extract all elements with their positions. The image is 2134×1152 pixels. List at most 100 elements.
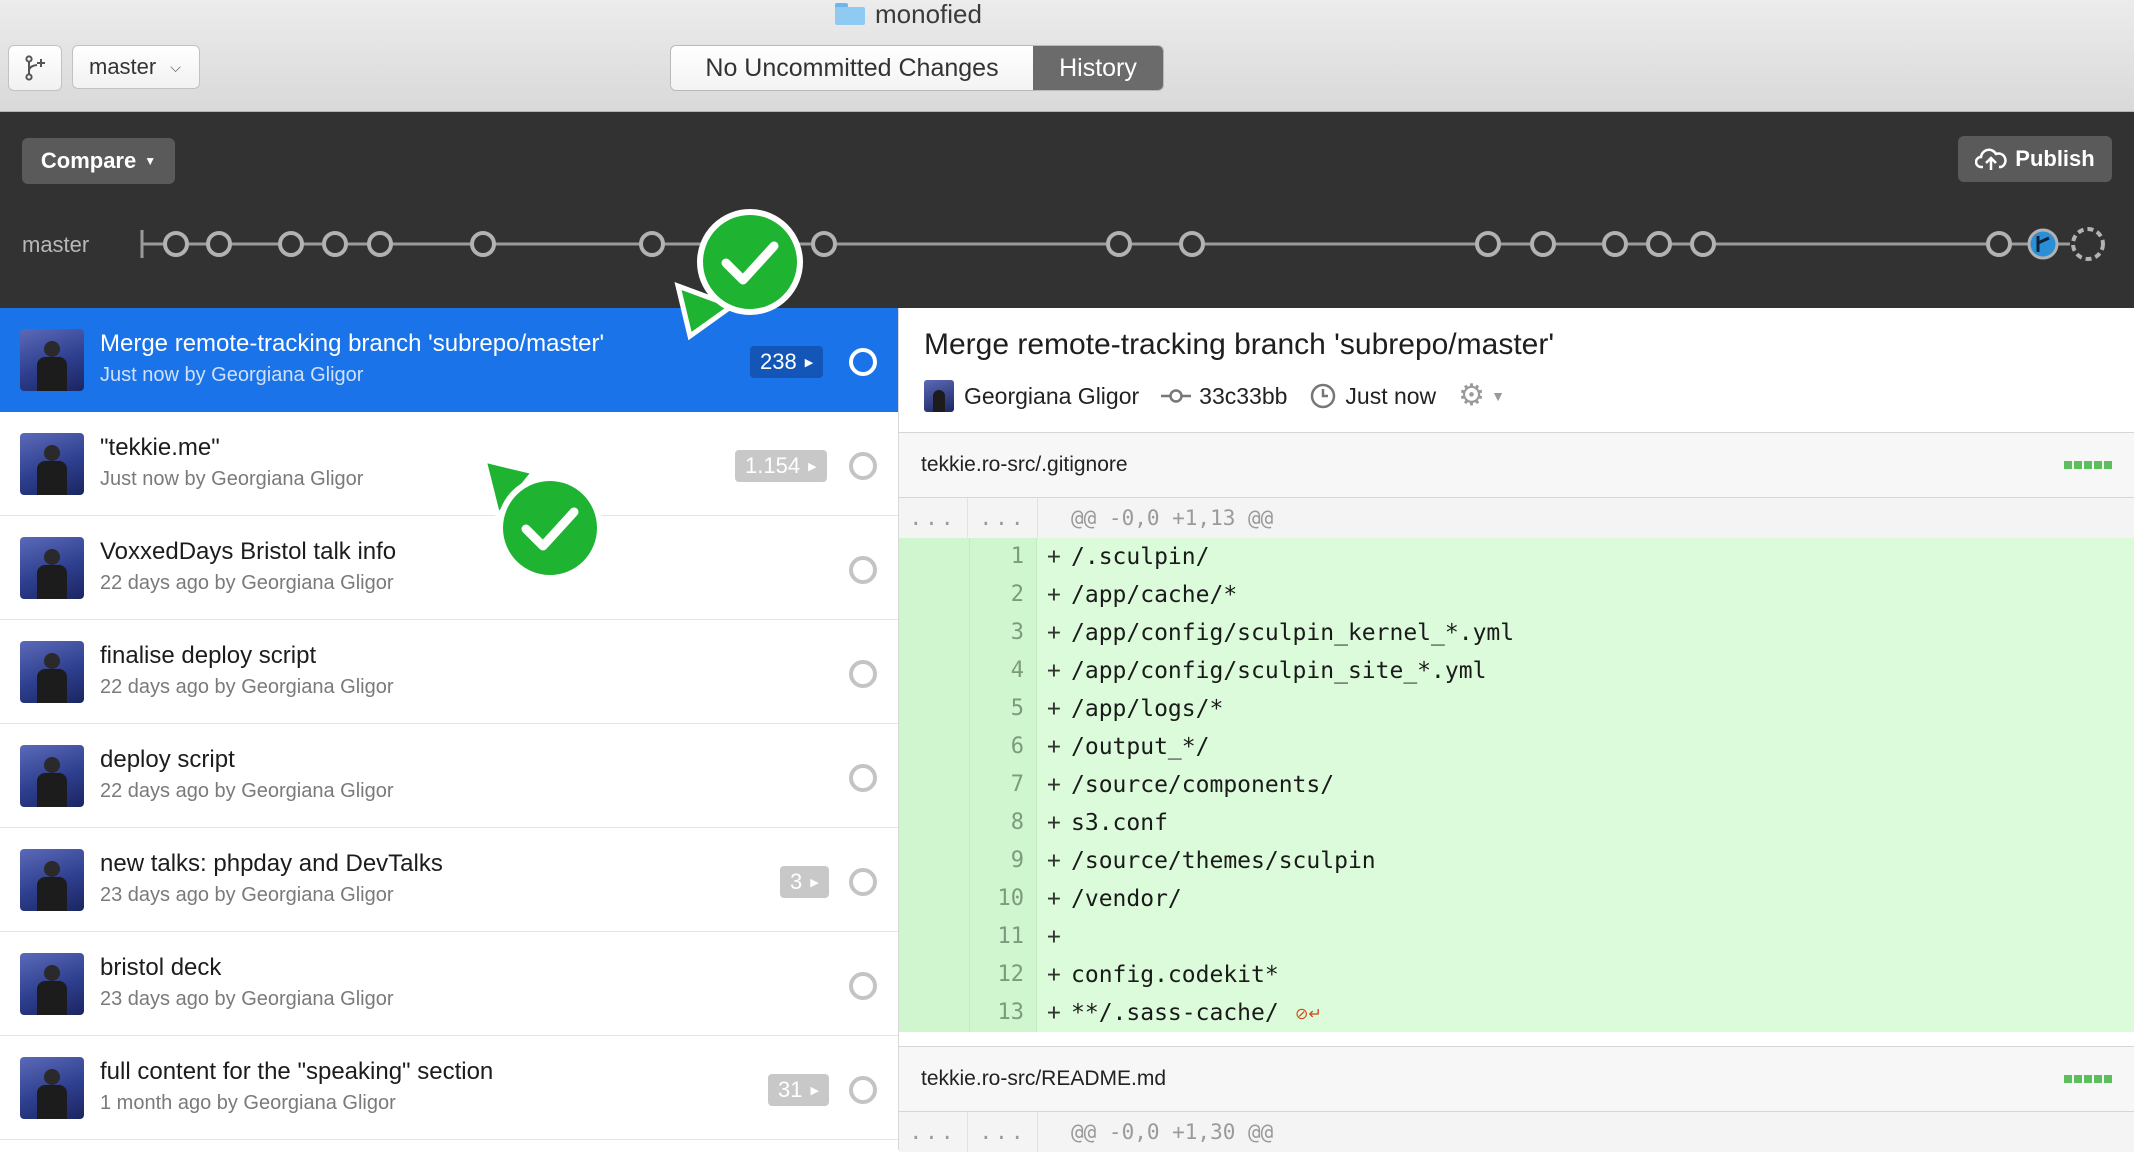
graph-node-icon — [849, 452, 877, 480]
commit-graph[interactable] — [0, 112, 2134, 308]
diff-line-code: /app/config/sculpin_kernel_*.yml — [1071, 620, 1515, 646]
diff-line-code: /.sculpin/ — [1071, 544, 1210, 570]
commit-subtitle: 22 days ago by Georgiana Gligor — [100, 780, 394, 802]
file-count-badge[interactable]: 3 ▶ — [780, 866, 829, 898]
branch-selector-label: master — [89, 54, 157, 79]
diff-old-gutter — [899, 804, 969, 842]
diff-plus-marker: + — [1047, 962, 1061, 988]
commit-title: Merge remote-tracking branch 'subrepo/ma… — [100, 330, 605, 357]
tab-uncommitted-changes[interactable]: No Uncommitted Changes — [671, 46, 1033, 90]
hunk-old-gutter: ... — [899, 1112, 968, 1152]
diff-plus-marker: + — [1047, 772, 1061, 798]
diff-old-gutter — [899, 538, 969, 576]
no-newline-icon: ⊘↵ — [1295, 1006, 1322, 1023]
file-name: tekkie.ro-src/.gitignore — [921, 453, 1128, 476]
graph-node-icon — [849, 972, 877, 1000]
badge-count: 3 — [790, 869, 803, 894]
commit-row[interactable]: bristol deck 23 days ago by Georgiana Gl… — [0, 932, 898, 1036]
commit-subtitle: Just now by Georgiana Gligor — [100, 364, 364, 386]
diff-plus-marker: + — [1047, 696, 1061, 722]
diff-old-gutter — [899, 652, 969, 690]
diffstat-bars — [2064, 461, 2112, 469]
diff-line: 8 + s3.conf — [899, 804, 2134, 842]
diff-old-gutter — [899, 728, 969, 766]
file-header[interactable]: tekkie.ro-src/README.md — [899, 1046, 2134, 1112]
diff-line-code: /output_*/ — [1071, 734, 1210, 760]
diff-line-code: /vendor/ — [1071, 886, 1182, 912]
diff-plus-marker: + — [1047, 582, 1061, 608]
publish-button-label: Publish — [2015, 146, 2095, 171]
commit-row[interactable]: VoxxedDays Bristol talk info 22 days ago… — [0, 516, 898, 620]
diff-old-gutter — [899, 880, 969, 918]
avatar — [20, 537, 84, 599]
diff-plus-marker: + — [1047, 848, 1061, 874]
diff-line: 7 + /source/components/ — [899, 766, 2134, 804]
avatar — [20, 953, 84, 1015]
commit-title: bristol deck — [100, 954, 222, 981]
file-count-badge[interactable]: 1.154 ▶ — [735, 450, 827, 482]
branch-selector[interactable]: master ⌵ — [72, 45, 200, 89]
commit-row[interactable]: finalise deploy script 22 days ago by Ge… — [0, 620, 898, 724]
diff-plus-marker: + — [1047, 620, 1061, 646]
commit-title: "tekkie.me" — [100, 434, 220, 461]
diff-line-number: 4 — [969, 652, 1037, 690]
triangle-right-icon: ▶ — [808, 460, 817, 473]
diff-plus-marker: + — [1047, 886, 1061, 912]
publish-button[interactable]: Publish — [1958, 136, 2112, 182]
window-title-text: monofied — [875, 0, 982, 29]
avatar — [20, 433, 84, 495]
diff-line-number: 8 — [969, 804, 1037, 842]
diff-line: 3 + /app/config/sculpin_kernel_*.yml — [899, 614, 2134, 652]
diff-line-number: 6 — [969, 728, 1037, 766]
badge-count: 31 — [778, 1077, 803, 1102]
file-count-badge[interactable]: 238 ▶ — [750, 346, 824, 378]
hunk-header: ... ... @@ -0,0 +1,30 @@ — [899, 1112, 2134, 1152]
avatar — [20, 641, 84, 703]
commit-title: deploy script — [100, 746, 235, 773]
compare-button[interactable]: Compare ▼ — [22, 138, 175, 184]
commit-row[interactable]: new talks: phpday and DevTalks 23 days a… — [0, 828, 898, 932]
graph-node-icon — [849, 1076, 877, 1104]
diff-line-number: 10 — [969, 880, 1037, 918]
diff-plus-marker: + — [1047, 544, 1061, 570]
hunk-new-gutter: ... — [969, 1112, 1038, 1152]
commit-subtitle: 22 days ago by Georgiana Gligor — [100, 676, 394, 698]
commit-row[interactable]: "tekkie.me" Just now by Georgiana Gligor… — [0, 412, 898, 516]
diff-old-gutter — [899, 918, 969, 956]
diff-line-number: 1 — [969, 538, 1037, 576]
commit-row[interactable]: full content for the "speaking" section … — [0, 1036, 898, 1140]
triangle-right-icon: ▶ — [810, 876, 819, 889]
author-avatar — [924, 380, 954, 412]
view-switcher: No Uncommitted Changes History — [670, 45, 1164, 91]
gear-icon[interactable]: ⚙ — [1458, 381, 1485, 411]
file-count-badge[interactable]: 31 ▶ — [768, 1074, 829, 1106]
diffstat-bars — [2064, 1075, 2112, 1083]
commit-subtitle: 22 days ago by Georgiana Gligor — [100, 572, 394, 594]
badge-count: 1.154 — [745, 453, 801, 478]
caret-down-icon: ▼ — [144, 154, 157, 168]
detail-author: Georgiana Gligor — [964, 382, 1140, 409]
diff-line-code: /app/logs/* — [1071, 696, 1224, 722]
caret-down-icon[interactable]: ▼ — [1491, 388, 1505, 404]
diff-line-code: s3.conf — [1071, 810, 1168, 836]
file-name: tekkie.ro-src/README.md — [921, 1067, 1167, 1090]
diff-line-number: 7 — [969, 766, 1037, 804]
file-header[interactable]: tekkie.ro-src/.gitignore — [899, 432, 2134, 498]
tab-history[interactable]: History — [1033, 46, 1163, 90]
diff-line: 11 + — [899, 918, 2134, 956]
diff-line-code: /app/cache/* — [1071, 582, 1238, 608]
diff-line-code: /source/themes/sculpin — [1071, 848, 1376, 874]
folder-icon — [835, 3, 865, 25]
diff-line-number: 9 — [969, 842, 1037, 880]
diff-line: 10 + /vendor/ — [899, 880, 2134, 918]
window-title: monofied — [835, 0, 982, 29]
diff-line-number: 2 — [969, 576, 1037, 614]
diff-line-code: config.codekit* — [1071, 962, 1279, 988]
new-branch-button[interactable] — [8, 45, 62, 91]
diff-line-number: 13 — [969, 994, 1037, 1032]
detail-sha[interactable]: 33c33bb — [1199, 383, 1287, 410]
diff-line-number: 11 — [969, 918, 1037, 956]
diff-plus-marker: + — [1047, 810, 1061, 836]
diff-plus-marker: + — [1047, 924, 1061, 950]
commit-row[interactable]: deploy script 22 days ago by Georgiana G… — [0, 724, 898, 828]
